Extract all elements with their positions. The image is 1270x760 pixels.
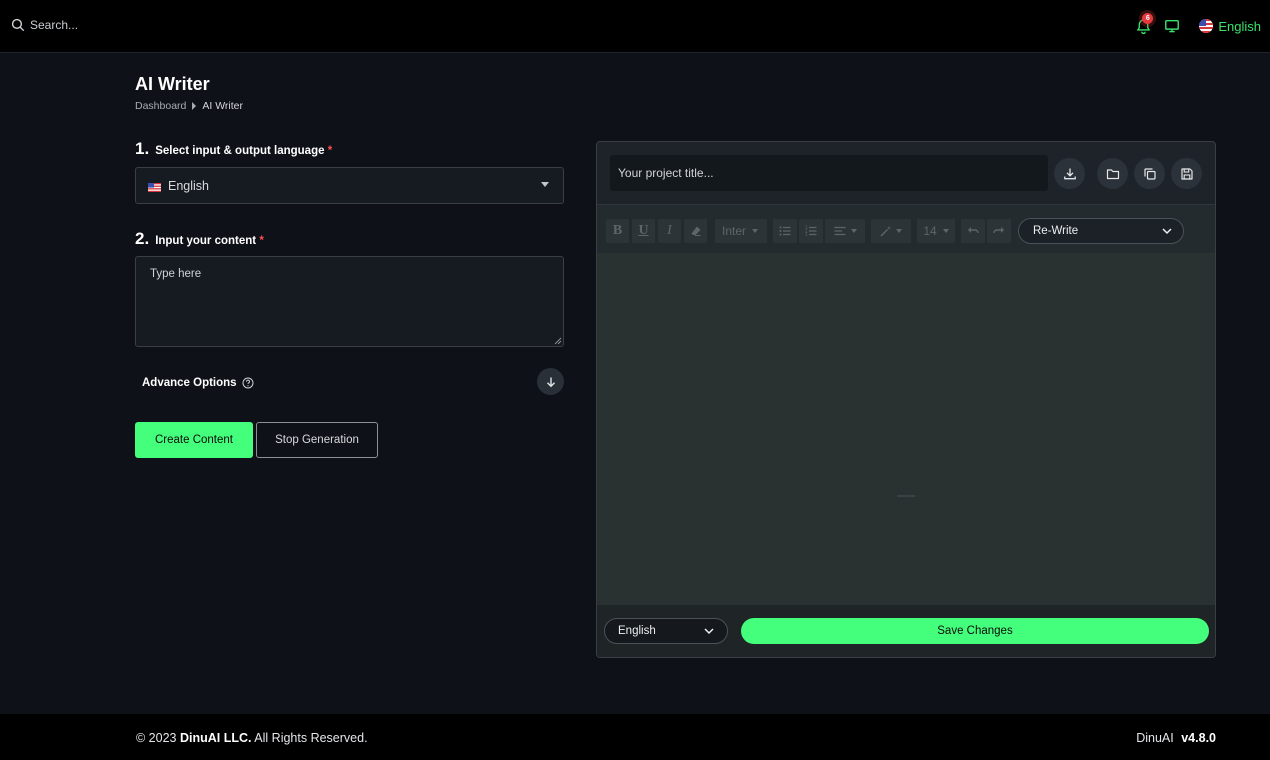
unordered-list-button[interactable] bbox=[773, 219, 797, 243]
breadcrumb-current: AI Writer bbox=[202, 100, 244, 112]
content-textarea[interactable]: Type here bbox=[135, 256, 564, 347]
arrow-down-icon bbox=[546, 377, 555, 387]
download-icon bbox=[1063, 168, 1076, 179]
copyright: © 2023 DinuAI LLC. All Rights Reserved. bbox=[136, 731, 368, 745]
project-title-placeholder: Your project title... bbox=[618, 166, 714, 180]
caret-down-icon bbox=[850, 229, 857, 233]
breadcrumb-dashboard[interactable]: Dashboard bbox=[135, 100, 186, 112]
step-2-number: 2. bbox=[135, 229, 150, 248]
us-flag-icon bbox=[148, 181, 161, 192]
font-family-select[interactable]: Inter bbox=[715, 219, 767, 243]
redo-button[interactable] bbox=[987, 219, 1011, 243]
stop-generation-button[interactable]: Stop Generation bbox=[256, 422, 378, 458]
language-label: English bbox=[1218, 18, 1261, 34]
top-bar: Search... 6 English bbox=[0, 0, 1270, 53]
copy-button[interactable] bbox=[1134, 158, 1165, 189]
svg-text:3: 3 bbox=[805, 232, 808, 237]
caret-down-icon bbox=[541, 182, 549, 187]
font-size-value: 14 bbox=[923, 224, 937, 238]
expand-advance-options-button[interactable] bbox=[537, 368, 564, 395]
editor-panel: Your project title... B U I Inter 123 14… bbox=[596, 141, 1216, 658]
advance-options-label: Advance Options bbox=[142, 377, 254, 389]
editor-header: Your project title... bbox=[597, 142, 1215, 205]
open-folder-button[interactable] bbox=[1097, 158, 1128, 189]
caret-down-icon bbox=[752, 229, 759, 233]
step-1-heading: 1. Select input & output language * bbox=[135, 139, 332, 159]
chevron-down-icon bbox=[704, 628, 714, 635]
underline-button[interactable]: U bbox=[632, 219, 655, 243]
step-1-number: 1. bbox=[135, 139, 150, 158]
monitor-icon bbox=[1165, 19, 1180, 33]
search-box[interactable]: Search... bbox=[11, 18, 78, 32]
chevron-down-icon bbox=[1162, 228, 1172, 235]
step-1-label: Select input & output language bbox=[155, 145, 325, 157]
language-switcher[interactable]: English bbox=[1199, 19, 1261, 34]
save-project-button[interactable] bbox=[1171, 158, 1202, 189]
help-icon[interactable] bbox=[242, 377, 254, 389]
search-icon bbox=[11, 18, 25, 32]
copy-icon bbox=[1143, 167, 1156, 180]
version-number: v4.8.0 bbox=[1181, 731, 1216, 745]
editor-footer: English Save Changes bbox=[597, 605, 1215, 657]
page-footer: © 2023 DinuAI LLC. All Rights Reserved. … bbox=[0, 714, 1270, 760]
align-select[interactable] bbox=[825, 219, 865, 243]
output-language-value: English bbox=[618, 625, 656, 637]
caret-down-icon bbox=[942, 229, 949, 233]
brand-name: DinuAI bbox=[1136, 731, 1174, 745]
editor-resize-handle[interactable] bbox=[897, 495, 915, 497]
caret-down-icon bbox=[896, 229, 902, 233]
step-2-heading: 2. Input your content * bbox=[135, 229, 264, 249]
copyright-year: © 2023 bbox=[136, 731, 177, 745]
project-title-input[interactable]: Your project title... bbox=[610, 155, 1048, 191]
step-2-label: Input your content bbox=[155, 235, 257, 247]
magic-format-button[interactable] bbox=[871, 219, 911, 243]
required-marker: * bbox=[327, 145, 333, 157]
numbered-list-icon: 123 bbox=[805, 225, 817, 237]
redo-icon bbox=[993, 227, 1004, 234]
download-button[interactable] bbox=[1054, 158, 1085, 189]
save-changes-button[interactable]: Save Changes bbox=[741, 618, 1209, 644]
resize-handle-icon[interactable] bbox=[554, 337, 562, 345]
eraser-icon bbox=[691, 226, 700, 236]
editor-content-area[interactable] bbox=[597, 253, 1215, 605]
search-placeholder: Search... bbox=[30, 18, 79, 32]
font-family-value: Inter bbox=[722, 224, 747, 238]
undo-icon bbox=[968, 227, 979, 234]
font-size-select[interactable]: 14 bbox=[917, 219, 955, 243]
create-content-button[interactable]: Create Content bbox=[135, 422, 253, 458]
us-flag-icon bbox=[1199, 19, 1214, 33]
advance-options-text: Advance Options bbox=[142, 377, 237, 389]
clear-format-button[interactable] bbox=[684, 219, 707, 243]
output-language-select[interactable]: English bbox=[604, 618, 728, 644]
chevron-right-icon bbox=[192, 102, 197, 110]
rights-text: All Rights Reserved. bbox=[254, 731, 368, 745]
breadcrumb: Dashboard AI Writer bbox=[135, 100, 243, 112]
save-icon bbox=[1180, 167, 1193, 180]
ordered-list-button[interactable]: 123 bbox=[799, 219, 823, 243]
display-mode-button[interactable] bbox=[1164, 17, 1182, 35]
notifications-button[interactable]: 6 bbox=[1132, 13, 1154, 39]
required-marker: * bbox=[259, 235, 264, 247]
align-left-icon bbox=[834, 226, 845, 236]
undo-button[interactable] bbox=[961, 219, 985, 243]
page-title: AI Writer bbox=[135, 74, 210, 94]
editor-toolbar: B U I Inter 123 14 Re-Write bbox=[597, 205, 1215, 253]
company-name[interactable]: DinuAI LLC. bbox=[180, 731, 252, 745]
language-select-value: English bbox=[168, 178, 209, 193]
content-placeholder: Type here bbox=[150, 268, 202, 280]
rewrite-select[interactable]: Re-Write bbox=[1018, 218, 1184, 244]
folder-icon bbox=[1106, 168, 1119, 179]
bold-button[interactable]: B bbox=[606, 219, 629, 243]
bullet-list-icon bbox=[779, 226, 791, 236]
magic-wand-icon bbox=[880, 226, 891, 237]
language-select[interactable]: English bbox=[135, 167, 564, 204]
version-info: DinuAI v4.8.0 bbox=[1136, 731, 1216, 745]
italic-button[interactable]: I bbox=[658, 219, 681, 243]
rewrite-value: Re-Write bbox=[1033, 225, 1079, 237]
